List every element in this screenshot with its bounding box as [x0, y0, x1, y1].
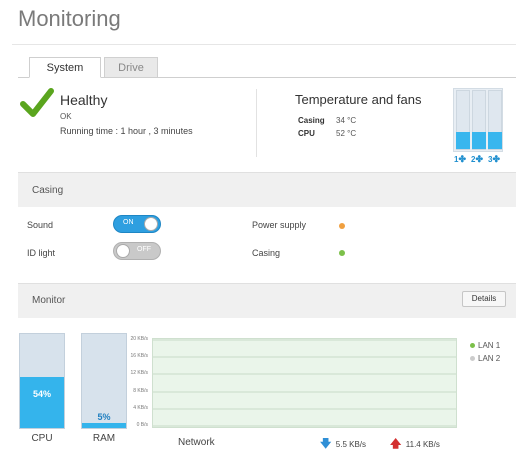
- casing-section-title: Casing: [32, 185, 64, 196]
- cpu-temp-label: CPU: [298, 129, 315, 138]
- panel-divider: [256, 89, 257, 157]
- legend-dot: [470, 343, 475, 349]
- y-tick-label: 20 KB/s: [130, 336, 148, 342]
- download-value: 5.5 KB/s: [335, 440, 367, 449]
- upload-value: 11.4 KB/s: [405, 440, 440, 449]
- upload-stat: 🡅 11.4 KB/s: [390, 434, 440, 454]
- download-stat: 🡇 5.5 KB/s: [320, 434, 366, 454]
- ram-gauge-value: 5%: [97, 412, 111, 422]
- ram-gauge: 5%: [81, 333, 127, 429]
- casing-temp-label: Casing: [298, 116, 325, 125]
- fan-icon: ✤: [475, 154, 483, 164]
- y-tick-label: 4 KB/s: [133, 405, 148, 411]
- cpu-gauge: 54%: [19, 333, 65, 429]
- fan-gauge-1: [456, 90, 470, 150]
- health-status: OK: [60, 112, 72, 121]
- power-supply-label: Power supply: [252, 220, 307, 230]
- cpu-gauge-fill: [20, 377, 64, 428]
- casing-status-dot: [339, 250, 345, 256]
- casing-section-header: [18, 172, 516, 207]
- fan-label-2: 2✤: [471, 154, 483, 164]
- upload-arrow-icon: 🡅: [390, 438, 402, 450]
- tab-drive[interactable]: Drive: [104, 57, 158, 78]
- network-label: Network: [178, 437, 215, 448]
- temperature-title: Temperature and fans: [295, 92, 422, 107]
- legend-dot: [470, 356, 475, 362]
- fan-label-1: 1✤: [454, 154, 466, 164]
- legend-lan1: LAN 1: [470, 341, 500, 350]
- chart-gridlines: [153, 339, 456, 427]
- idlight-label: ID light: [27, 248, 56, 258]
- cpu-temp-value: 52 °C: [336, 129, 357, 138]
- toggle-knob: [116, 244, 130, 258]
- check-icon: [20, 88, 54, 117]
- y-tick-label: 8 KB/s: [133, 388, 148, 394]
- fan-gauge-3: [488, 90, 502, 150]
- sound-toggle[interactable]: ON: [113, 215, 161, 233]
- casing-temp-value: 34 °C: [336, 116, 357, 125]
- health-title: Healthy: [60, 92, 108, 108]
- monitor-section-title: Monitor: [32, 295, 66, 306]
- download-arrow-icon: 🡇: [320, 438, 332, 450]
- fan-icon: ✤: [492, 154, 500, 164]
- title-divider: [12, 44, 516, 45]
- network-chart: [152, 338, 457, 428]
- sound-label: Sound: [27, 220, 54, 230]
- legend-lan2: LAN 2: [470, 354, 500, 363]
- ram-label: RAM: [92, 433, 116, 444]
- details-button[interactable]: Details: [462, 291, 506, 307]
- y-tick-label: 0 B/s: [136, 422, 148, 428]
- page-title: Monitoring: [18, 6, 121, 31]
- fan-icon: ✤: [458, 154, 466, 164]
- y-tick-label: 12 KB/s: [130, 370, 148, 376]
- fan-gauge-2: [472, 90, 486, 150]
- cpu-label: CPU: [31, 433, 53, 444]
- y-tick-label: 16 KB/s: [130, 353, 148, 359]
- idlight-toggle[interactable]: OFF: [113, 242, 161, 260]
- fan-label-3: 3✤: [488, 154, 500, 164]
- power-supply-status-dot: [339, 223, 345, 229]
- tab-system[interactable]: System: [29, 57, 101, 78]
- idlight-toggle-text: OFF: [137, 246, 151, 253]
- casing-status-label: Casing: [252, 248, 281, 258]
- sound-toggle-text: ON: [123, 219, 134, 226]
- monitor-section-header: [18, 283, 516, 318]
- toggle-knob: [144, 217, 158, 231]
- running-time: Running time : 1 hour , 3 minutes: [60, 126, 193, 136]
- cpu-gauge-value: 54%: [32, 389, 51, 399]
